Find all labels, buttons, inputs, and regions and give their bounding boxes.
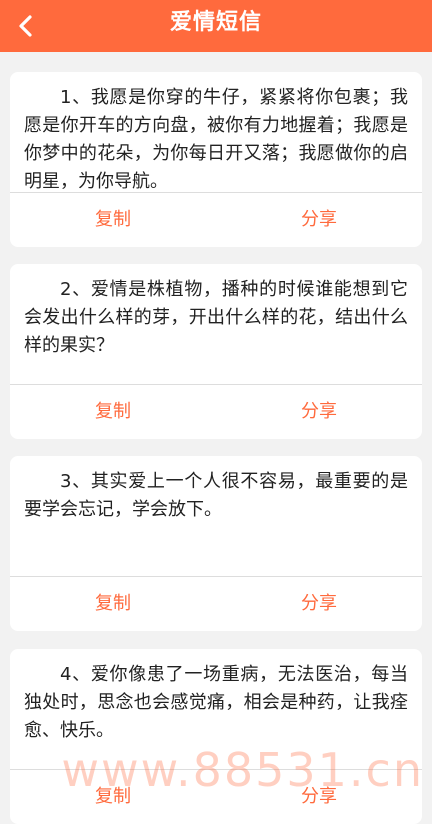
message-text: 1、我愿是你穿的牛仔，紧紧将你包裹；我愿是你开车的方向盘，被你有力地握着；我愿是… — [24, 87, 408, 192]
message-card: 2、爱情是株植物，播种的时候谁能想到它会发出什么样的芽，开出什么样的花，结出什么… — [10, 264, 422, 439]
copy-button[interactable]: 复制 — [10, 385, 216, 439]
copy-button[interactable]: 复制 — [10, 770, 216, 824]
share-button[interactable]: 分享 — [216, 577, 422, 631]
message-card: 3、其实爱上一个人很不容易，最重要的是要学会忘记，学会放下。 复制 分享 — [10, 456, 422, 631]
share-button[interactable]: 分享 — [216, 770, 422, 824]
copy-button[interactable]: 复制 — [10, 193, 216, 247]
page-title: 爱情短信 — [169, 10, 262, 35]
message-text: 4、爱你像患了一场重病，无法医治，每当独处时，思念也会感觉痛，相会是种药，让我痊… — [24, 664, 408, 741]
share-button[interactable]: 分享 — [216, 385, 422, 439]
message-text: 2、爱情是株植物，播种的时候谁能想到它会发出什么样的芽，开出什么样的花，结出什么… — [24, 279, 408, 356]
app-header: 爱情短信 — [0, 0, 432, 52]
copy-button[interactable]: 复制 — [10, 577, 216, 631]
message-card: 4、爱你像患了一场重病，无法医治，每当独处时，思念也会感觉痛，相会是种药，让我痊… — [10, 649, 422, 824]
message-text: 3、其实爱上一个人很不容易，最重要的是要学会忘记，学会放下。 — [24, 471, 408, 520]
share-button[interactable]: 分享 — [216, 193, 422, 247]
message-card: 1、我愿是你穿的牛仔，紧紧将你包裹；我愿是你开车的方向盘，被你有力地握着；我愿是… — [10, 72, 422, 247]
